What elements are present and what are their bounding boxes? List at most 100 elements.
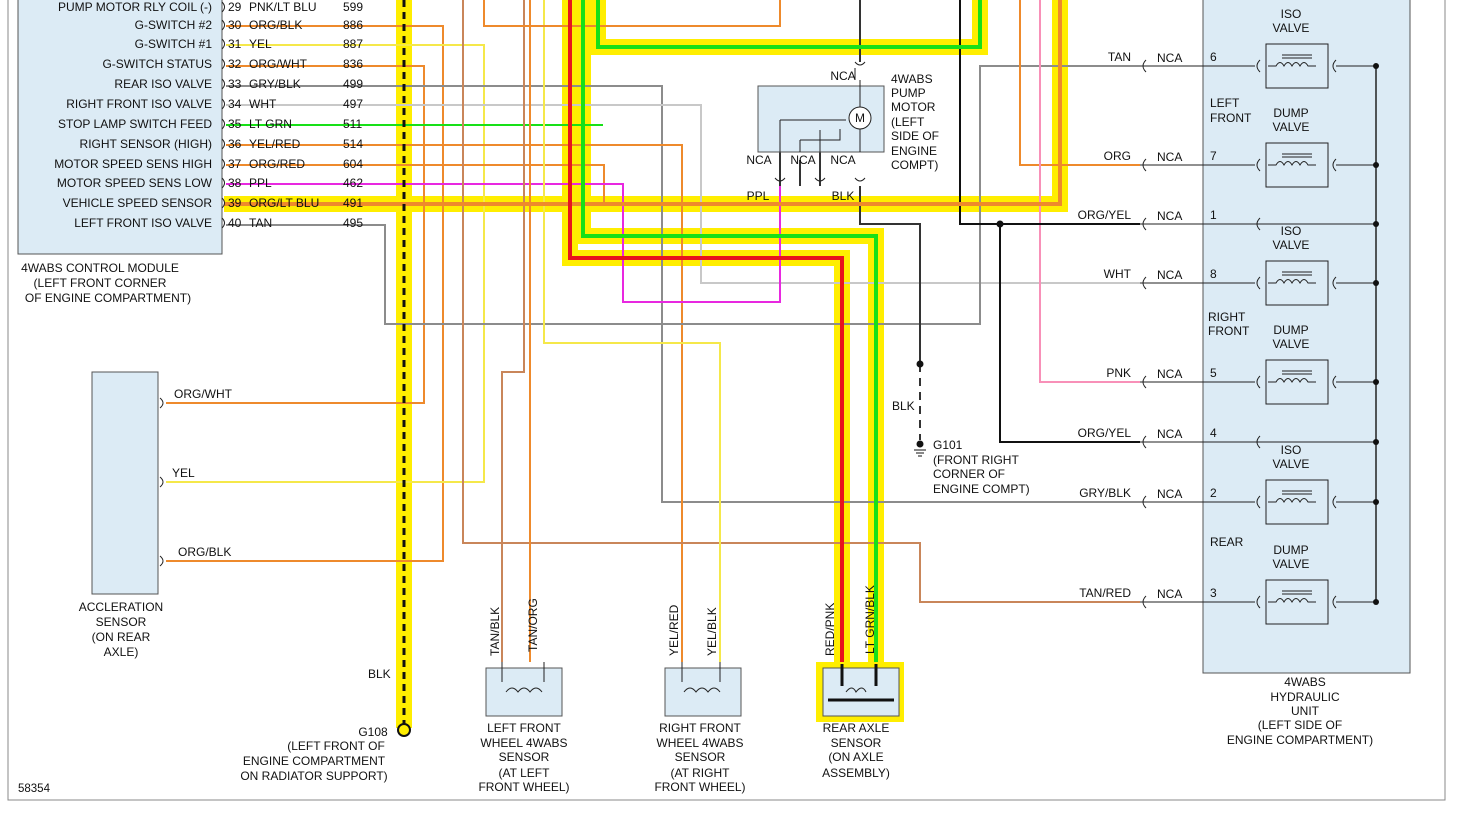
module-pin-color: ORG/LT BLU bbox=[249, 196, 319, 210]
hcu-pin-number: 5 bbox=[1210, 366, 1217, 380]
module-pin-color: PNK/LT BLU bbox=[249, 0, 317, 14]
module-pin-number: 38 bbox=[228, 176, 242, 190]
group-rear: REAR bbox=[1210, 535, 1244, 549]
module-pin-color: LT GRN bbox=[249, 117, 292, 131]
pump-caption-5: SIDE OF bbox=[891, 129, 939, 143]
connector-icon bbox=[1140, 435, 1154, 449]
motor-symbol: M bbox=[855, 111, 865, 125]
group-right-front-1: RIGHT bbox=[1208, 310, 1246, 324]
rear-wire-1: RED/PNK bbox=[823, 603, 837, 656]
g108-caption-2: (LEFT FRONT OF bbox=[287, 739, 385, 753]
hcu-caption-1: 4WABS bbox=[1284, 675, 1326, 689]
rear-caption-1: REAR AXLE bbox=[823, 721, 890, 735]
module-pin-circuit: 886 bbox=[343, 18, 363, 32]
hcu-pin-number: 4 bbox=[1210, 426, 1217, 440]
g101-wire-label: BLK bbox=[892, 399, 915, 413]
pump-caption-6: ENGINE bbox=[891, 144, 937, 158]
hcu-nca: NCA bbox=[1157, 487, 1182, 501]
module-pin-color: ORG/RED bbox=[249, 157, 305, 171]
hcu-pin-number: 1 bbox=[1210, 208, 1217, 222]
hcu-nca: NCA bbox=[1157, 367, 1182, 381]
module-pin-number: 39 bbox=[228, 196, 242, 210]
lf-caption-2: WHEEL 4WABS bbox=[480, 736, 567, 750]
module-pin-number: 36 bbox=[228, 137, 242, 151]
hcu-nca: NCA bbox=[1157, 587, 1182, 601]
module-pin-circuit: 462 bbox=[343, 176, 363, 190]
module-pin-number: 29 bbox=[228, 0, 242, 14]
rf-caption-4: (AT RIGHT bbox=[671, 766, 731, 780]
hcu-caption-5: ENGINE COMPARTMENT) bbox=[1227, 733, 1373, 747]
module-pin-name: VEHICLE SPEED SENSOR bbox=[63, 196, 213, 210]
module-pin-number: 32 bbox=[228, 57, 242, 71]
rear-caption-4: ASSEMBLY) bbox=[822, 766, 890, 780]
hcu-wire-color: WHT bbox=[1104, 267, 1132, 281]
valve-label: VALVE bbox=[1273, 337, 1310, 351]
rf-wheel-sensor: YEL/RED YEL/BLK RIGHT FRONT WHEEL 4WABS … bbox=[654, 604, 745, 794]
connector-icon bbox=[1140, 158, 1154, 172]
module-pin-color: ORG/WHT bbox=[249, 57, 308, 71]
pump-wire-ppl: PPL bbox=[747, 189, 770, 203]
rf-wire-2: YEL/BLK bbox=[705, 607, 719, 656]
hcu-wire-color: PNK bbox=[1106, 366, 1131, 380]
module-pin-color: YEL/RED bbox=[249, 137, 301, 151]
rear-wire-2: LT GRN/BLK bbox=[863, 585, 877, 654]
hcu-pin-number: 7 bbox=[1210, 149, 1217, 163]
module-pin-number: 33 bbox=[228, 77, 242, 91]
module-pin-name: RIGHT SENSOR (HIGH) bbox=[80, 137, 212, 151]
module-pin-number: 34 bbox=[228, 97, 242, 111]
hcu-nca: NCA bbox=[1157, 209, 1182, 223]
accel-wire-orgblk: ORG/BLK bbox=[178, 545, 231, 559]
connector-icon bbox=[1140, 375, 1154, 389]
accel-caption-4: AXLE) bbox=[104, 645, 139, 659]
g101-caption-4: ENGINE COMPT) bbox=[933, 482, 1030, 496]
g108-caption-3: ENGINE COMPARTMENT bbox=[243, 754, 386, 768]
pump-caption-3: MOTOR bbox=[891, 100, 936, 114]
pump-motor: NCA M NCA NCA NCA PPL BLK 4WABS PUMP MOT… bbox=[746, 61, 939, 203]
lf-caption-4: (AT LEFT bbox=[499, 766, 551, 780]
module-pin-name: RIGHT FRONT ISO VALVE bbox=[66, 97, 212, 111]
rear-caption-3: (ON AXLE bbox=[828, 750, 883, 764]
hcu-wire-color: GRY/BLK bbox=[1079, 486, 1131, 500]
module-pin-name: STOP LAMP SWITCH FEED bbox=[58, 117, 212, 131]
pump-caption-1: 4WABS bbox=[891, 72, 933, 86]
valve-label: VALVE bbox=[1273, 557, 1310, 571]
accel-caption-2: SENSOR bbox=[96, 615, 147, 629]
g108-ground-icon bbox=[397, 723, 411, 737]
module-pin-color: TAN bbox=[249, 216, 272, 230]
hcu-nca: NCA bbox=[1157, 268, 1182, 282]
module-pin-color: WHT bbox=[249, 97, 277, 111]
hydraulic-unit: TAN NCA 6 ORG NCA 7 ORG/YEL NCA 1 WHT NCA 8 PNK NCA 5 O… bbox=[1078, 0, 1411, 747]
acceleration-sensor: ORG/WHT YEL ORG/BLK ACCLERATION SENSOR (… bbox=[79, 371, 233, 659]
pump-nca-3: NCA bbox=[830, 153, 855, 167]
hcu-caption-3: UNIT bbox=[1291, 704, 1320, 718]
valve-label: VALVE bbox=[1273, 238, 1310, 252]
valve-label: VALVE bbox=[1273, 120, 1310, 134]
hcu-wire-color: TAN bbox=[1108, 50, 1131, 64]
hcu-pin-number: 2 bbox=[1210, 486, 1217, 500]
hcu-caption-2: HYDRAULIC bbox=[1270, 690, 1340, 704]
figure-id: 58354 bbox=[18, 783, 51, 795]
module-pin-name: PUMP MOTOR RLY COIL (-) bbox=[58, 0, 212, 14]
g108-caption-1: G108 bbox=[358, 725, 388, 739]
module-pin-name: MOTOR SPEED SENS LOW bbox=[57, 176, 213, 190]
group-left-front-2: FRONT bbox=[1210, 111, 1252, 125]
module-pin-number: 37 bbox=[228, 157, 242, 171]
hcu-pin-number: 6 bbox=[1210, 50, 1217, 64]
valve-label: DUMP bbox=[1273, 543, 1308, 557]
lf-wheel-sensor: TAN/BLK TAN/ORG LEFT FRONT WHEEL 4WABS S… bbox=[478, 598, 569, 794]
hcu-nca: NCA bbox=[1157, 51, 1182, 65]
g101-ground-icon bbox=[916, 440, 924, 448]
valve-label: ISO bbox=[1281, 7, 1302, 21]
splice-dot bbox=[996, 220, 1004, 228]
pump-caption-7: COMPT) bbox=[891, 158, 938, 172]
module-caption-3: OF ENGINE COMPARTMENT) bbox=[25, 291, 191, 305]
junction-dot bbox=[1373, 162, 1379, 168]
hcu-caption-4: (LEFT SIDE OF bbox=[1258, 718, 1342, 732]
module-pin-name: MOTOR SPEED SENS HIGH bbox=[54, 157, 212, 171]
wiring-diagram: PUMP MOTOR RLY COIL (-) 29 PNK/LT BLU 599 G-… bbox=[7, 0, 1446, 801]
hcu-pin-number: 3 bbox=[1210, 586, 1217, 600]
hcu-pin-number: 8 bbox=[1210, 267, 1217, 281]
module-pin-number: 30 bbox=[228, 18, 242, 32]
g101-caption-3: CORNER OF bbox=[933, 467, 1005, 481]
pump-nca-top: NCA bbox=[830, 69, 855, 83]
